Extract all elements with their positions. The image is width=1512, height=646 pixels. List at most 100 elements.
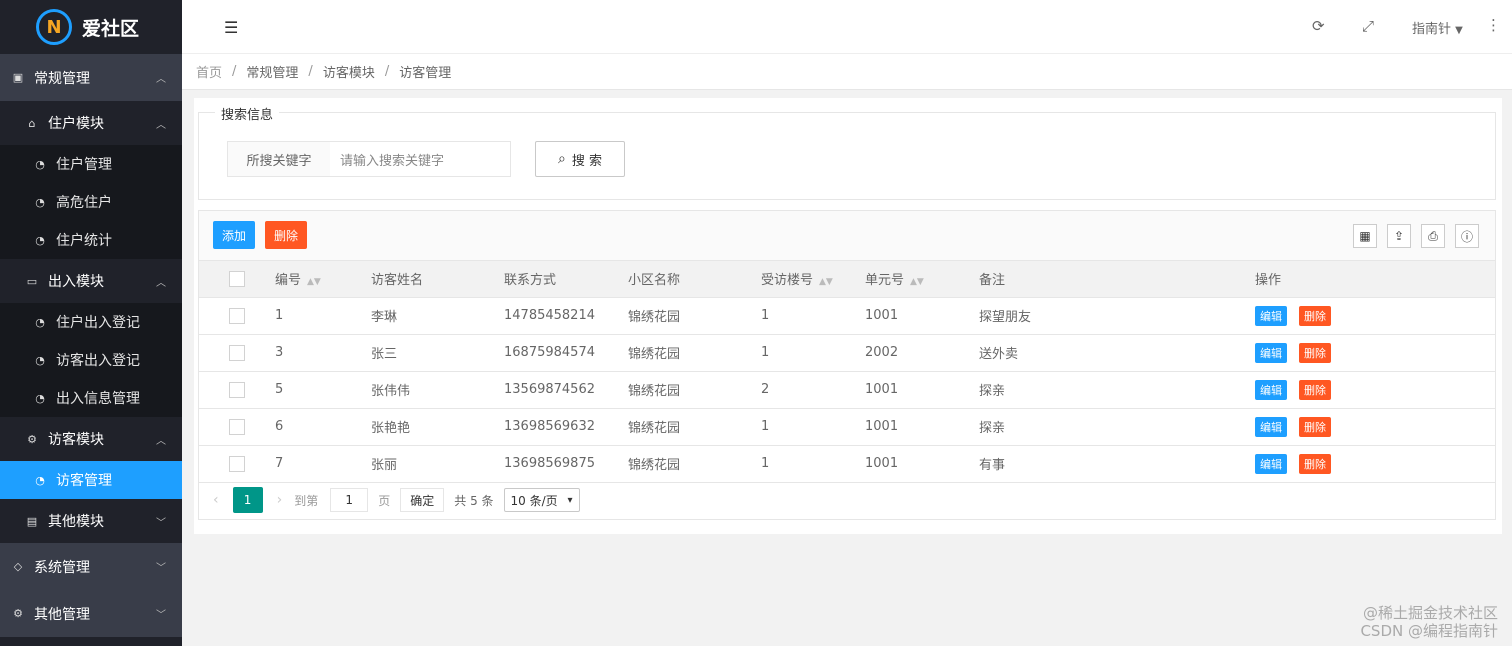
- delete-button[interactable]: 删除: [1299, 305, 1331, 326]
- print-icon[interactable]: ⎙: [1421, 224, 1445, 248]
- sidebar-group-other[interactable]: ⚙ 其他管理 ﹀: [0, 590, 182, 637]
- breadcrumb: 首页 / 常规管理 / 访客模块 / 访客管理: [182, 54, 1512, 90]
- gears-icon: ⚙: [27, 432, 37, 446]
- sidebar-item-resident-manage[interactable]: ◔ 住户管理: [0, 145, 182, 183]
- breadcrumb-regular[interactable]: 常规管理: [246, 62, 298, 81]
- breadcrumb-home[interactable]: 首页: [196, 62, 222, 81]
- user-menu[interactable]: 指南针 ▼: [1412, 18, 1463, 37]
- sidebar-item-resident-access[interactable]: ◔ 住户出入登记: [0, 303, 182, 341]
- sidebar-item-high-risk[interactable]: ◔ 高危住户: [0, 183, 182, 221]
- chevron-down-icon: ﹀: [156, 563, 166, 574]
- more-vertical-icon[interactable]: ⋮: [1486, 16, 1501, 34]
- edit-button[interactable]: 编辑: [1255, 342, 1287, 363]
- sidebar: N 爱社区 ▣ 常规管理 ︿ ⌂ 住户模块 ︿ ◔ 住户管理 ◔ 高危住户 ◔ …: [0, 0, 182, 646]
- menu-toggle-icon[interactable]: ☰: [224, 18, 238, 37]
- next-page-icon[interactable]: ›: [277, 492, 283, 508]
- delete-button[interactable]: 删除: [1299, 453, 1331, 474]
- columns-icon[interactable]: ▦: [1353, 224, 1377, 248]
- row-checkbox[interactable]: [229, 307, 245, 324]
- search-button[interactable]: ⌕ 搜 索: [535, 141, 625, 177]
- goto-confirm-button[interactable]: 确定: [400, 488, 445, 512]
- sidebar-item-resident-stats[interactable]: ◔ 住户统计: [0, 221, 182, 259]
- watermark: @稀土掘金技术社区 CSDN @编程指南针: [1360, 604, 1498, 640]
- chevron-up-icon: ︿: [156, 74, 166, 85]
- sort-icon: ▲▼: [910, 277, 924, 288]
- window-icon: ▭: [26, 274, 38, 288]
- table-row: 5 张伟伟 13569874562 锦绣花园 2 1001 探亲 编辑 删除: [199, 371, 1495, 409]
- dashboard-icon: ◔: [35, 233, 45, 247]
- select-all-checkbox[interactable]: [229, 270, 245, 287]
- table-toolbar: 添加 删除 ▦ ⇪ ⎙ ⓘ: [199, 211, 1495, 261]
- col-unit[interactable]: 单元号 ▲▼: [865, 261, 979, 298]
- search-legend: 搜索信息: [215, 104, 280, 123]
- chevron-down-icon: ﹀: [156, 610, 166, 621]
- sidebar-group-system[interactable]: ◇ 系统管理 ﹀: [0, 543, 182, 590]
- sidebar-item-access-info[interactable]: ◔ 出入信息管理: [0, 379, 182, 417]
- table-row: 7 张丽 13698569875 锦绣花园 1 1001 有事 编辑 删除: [199, 445, 1495, 483]
- chevron-down-icon: ﹀: [156, 517, 166, 529]
- sidebar-group-regular[interactable]: ▣ 常规管理 ︿: [0, 54, 182, 101]
- delete-button[interactable]: 删除: [1299, 379, 1331, 400]
- col-id[interactable]: 编号 ▲▼: [275, 261, 371, 298]
- dashboard-icon: ◔: [35, 315, 45, 329]
- page-current[interactable]: 1: [232, 487, 263, 513]
- data-table: 添加 删除 ▦ ⇪ ⎙ ⓘ 编号 ▲▼ 访客姓名 联系方式 小区名称 受访楼号 ▲▼…: [198, 210, 1496, 520]
- chevron-up-icon: ︿: [156, 435, 166, 447]
- breadcrumb-visitor-module[interactable]: 访客模块: [323, 62, 375, 81]
- pagination: ‹ 1 › 到第 1 页 确定 共 5 条 10 条/页 ▾: [199, 481, 1495, 519]
- sort-icon: ▲▼: [307, 277, 321, 288]
- col-actions: 操作: [1255, 261, 1495, 298]
- search-icon: ⌕: [558, 151, 566, 167]
- row-checkbox[interactable]: [229, 344, 245, 361]
- table-row: 6 张艳艳 13698569632 锦绣花园 1 1001 探亲 编辑 删除: [199, 408, 1495, 446]
- col-estate: 小区名称: [628, 261, 761, 298]
- col-phone: 联系方式: [504, 261, 628, 298]
- top-header: ☰ ⟳ ⤢ 指南针 ▼ ⋮: [182, 0, 1512, 54]
- info-icon[interactable]: ⓘ: [1455, 224, 1479, 248]
- row-checkbox[interactable]: [229, 381, 245, 398]
- page-size-select[interactable]: 10 条/页 ▾: [503, 488, 580, 512]
- sidebar-item-visitor-access[interactable]: ◔ 访客出入登记: [0, 341, 182, 379]
- sort-icon: ▲▼: [819, 277, 833, 288]
- batch-delete-button[interactable]: 删除: [265, 221, 307, 249]
- table-row: 3 张三 16875984574 锦绣花园 1 2002 送外卖 编辑 删除: [199, 334, 1495, 372]
- chevron-down-icon: ▾: [567, 494, 573, 506]
- sidebar-sub-access[interactable]: ▭ 出入模块 ︿: [0, 259, 182, 303]
- refresh-icon[interactable]: ⟳: [1312, 17, 1325, 35]
- edit-button[interactable]: 编辑: [1255, 305, 1287, 326]
- home-icon: ⌂: [28, 116, 36, 130]
- logo[interactable]: N 爱社区: [0, 0, 182, 54]
- edit-button[interactable]: 编辑: [1255, 453, 1287, 474]
- chevron-up-icon: ︿: [156, 277, 166, 289]
- sidebar-item-visitor-manage[interactable]: ◔ 访客管理: [0, 461, 182, 499]
- edit-button[interactable]: 编辑: [1255, 379, 1287, 400]
- visitor-table: 编号 ▲▼ 访客姓名 联系方式 小区名称 受访楼号 ▲▼ 单元号 ▲▼ 备注 操作 1…: [199, 261, 1495, 483]
- delete-button[interactable]: 删除: [1299, 342, 1331, 363]
- col-note: 备注: [979, 261, 1255, 298]
- page-unit-label: 页: [378, 493, 391, 508]
- delete-button[interactable]: 删除: [1299, 416, 1331, 437]
- add-button[interactable]: 添加: [213, 221, 255, 249]
- sidebar-sub-visitor[interactable]: ⚙ 访客模块 ︿: [0, 417, 182, 461]
- col-building[interactable]: 受访楼号 ▲▼: [761, 261, 865, 298]
- edit-button[interactable]: 编辑: [1255, 416, 1287, 437]
- file-icon: ▤: [26, 514, 38, 528]
- table-row: 1 李琳 14785458214 锦绣花园 1 1001 探望朋友 编辑 删除: [199, 297, 1495, 335]
- export-icon[interactable]: ⇪: [1387, 224, 1411, 248]
- gear-icon: ⚙: [13, 607, 23, 620]
- sidebar-sub-other[interactable]: ▤ 其他模块 ﹀: [0, 499, 182, 543]
- chevron-up-icon: ︿: [156, 119, 166, 131]
- goto-label: 到第: [294, 493, 319, 508]
- row-checkbox[interactable]: [229, 418, 245, 435]
- dashboard-icon: ◔: [35, 473, 45, 487]
- sidebar-sub-resident[interactable]: ⌂ 住户模块 ︿: [0, 101, 182, 145]
- goto-page-input[interactable]: 1: [330, 488, 369, 512]
- search-fieldset: 搜索信息 所搜关键字 请输入搜索关键字 ⌕ 搜 索: [198, 104, 1496, 200]
- prev-page-icon[interactable]: ‹: [213, 492, 219, 508]
- dashboard-icon: ◔: [35, 391, 45, 405]
- dashboard-icon: ◔: [35, 353, 45, 367]
- logo-mark-icon: N: [36, 9, 72, 45]
- fullscreen-icon[interactable]: ⤢: [1362, 17, 1374, 35]
- search-input[interactable]: 请输入搜索关键字: [330, 141, 511, 177]
- row-checkbox[interactable]: [229, 455, 245, 472]
